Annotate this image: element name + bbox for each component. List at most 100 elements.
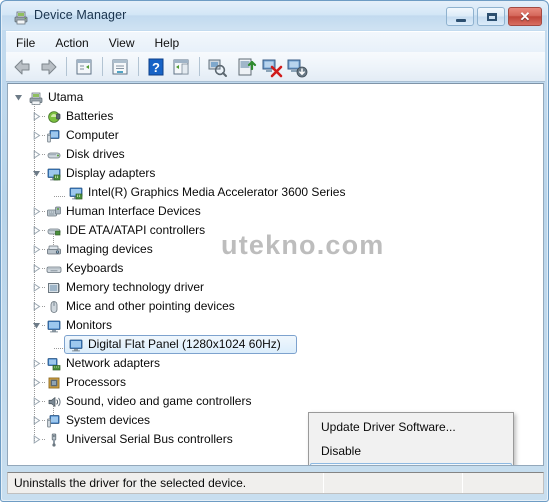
expand-arrow-icon[interactable] <box>32 435 41 444</box>
toolbar-separator <box>199 57 200 76</box>
uninstall-device-button[interactable] <box>285 55 309 79</box>
back-button[interactable] <box>11 55 35 79</box>
tree-item-label: Disk drives <box>66 147 125 161</box>
tree-item[interactable]: Display adapters <box>8 164 543 183</box>
menu-action[interactable]: Action <box>45 34 98 52</box>
tree-item[interactable]: Computer <box>8 126 543 145</box>
menu-bar: File Action View Help <box>6 31 545 53</box>
tree-item[interactable]: Imaging devices <box>8 240 543 259</box>
tree-item[interactable]: Processors <box>8 373 543 392</box>
tree-item-label: Monitors <box>66 318 113 332</box>
scan-for-hardware-changes-button[interactable] <box>205 55 229 79</box>
maximize-icon <box>487 13 497 21</box>
imaging-device-icon <box>46 242 62 258</box>
title-bar[interactable]: Device Manager ✕ <box>2 2 547 30</box>
help-button[interactable]: ? <box>144 55 168 79</box>
expand-arrow-icon[interactable] <box>32 378 41 387</box>
memory-technology-icon <box>46 280 62 296</box>
tree-item[interactable]: IDE ATA/ATAPI controllers <box>8 221 543 240</box>
menu-view[interactable]: View <box>99 34 145 52</box>
expand-arrow-icon[interactable] <box>32 245 41 254</box>
tree-item-label: Network adapters <box>66 356 161 370</box>
expand-arrow-icon[interactable] <box>32 416 41 425</box>
keyboard-icon <box>46 261 62 277</box>
tree-item[interactable]: Mice and other pointing devices <box>8 297 543 316</box>
toolbar: ? <box>6 52 545 82</box>
tree-item-label: Universal Serial Bus controllers <box>66 432 233 446</box>
computer-printer-icon <box>13 9 29 25</box>
collapse-arrow-icon[interactable] <box>14 93 23 102</box>
ide-controller-icon <box>46 223 62 239</box>
collapse-arrow-icon[interactable] <box>32 169 41 178</box>
toolbar-separator <box>138 57 139 76</box>
show-hide-action-pane-button[interactable] <box>169 55 193 79</box>
tree-item[interactable]: Disk drives <box>8 145 543 164</box>
device-tree-panel[interactable]: Utama Batteries Computer Disk drives Display… <box>7 83 544 466</box>
minimize-icon <box>456 19 466 22</box>
window-title: Device Manager <box>34 8 127 22</box>
tree-connector <box>54 348 66 349</box>
tree-item[interactable]: Batteries <box>8 107 543 126</box>
menu-help[interactable]: Help <box>145 34 190 52</box>
tree-item-label: Human Interface Devices <box>66 204 201 218</box>
sound-controller-icon <box>46 394 62 410</box>
usb-controller-icon <box>46 432 62 448</box>
expand-arrow-icon[interactable] <box>32 359 41 368</box>
collapse-arrow-icon[interactable] <box>32 321 41 330</box>
show-hide-console-tree-button[interactable] <box>72 55 96 79</box>
tree-connector <box>54 196 66 197</box>
expand-arrow-icon[interactable] <box>32 302 41 311</box>
tree-item[interactable]: Digital Flat Panel (1280x1024 60Hz) <box>8 335 543 354</box>
tree-item-label: Batteries <box>66 109 114 123</box>
menu-file[interactable]: File <box>6 34 45 52</box>
monitor-icon <box>68 337 84 353</box>
tree-item[interactable]: Intel(R) Graphics Media Accelerator 3600… <box>8 183 543 202</box>
tree-item[interactable]: Sound, video and game controllers <box>8 392 543 411</box>
computer-icon <box>46 128 62 144</box>
device-tree[interactable]: Utama Batteries Computer Disk drives Display… <box>8 88 543 449</box>
tree-item[interactable]: Keyboards <box>8 259 543 278</box>
system-device-icon <box>46 413 62 429</box>
status-message: Uninstalls the driver for the selected d… <box>14 476 247 490</box>
tree-item[interactable]: Utama <box>8 88 543 107</box>
expand-arrow-icon[interactable] <box>32 112 41 121</box>
tree-item[interactable]: Monitors <box>8 316 543 335</box>
ctx-uninstall[interactable]: Uninstall <box>310 463 512 465</box>
tree-item-label: Processors <box>66 375 127 389</box>
tree-item-label: Mice and other pointing devices <box>66 299 235 313</box>
expand-arrow-icon[interactable] <box>32 264 41 273</box>
status-bar: Uninstalls the driver for the selected d… <box>7 472 544 494</box>
ctx-update-driver-software[interactable]: Update Driver Software... <box>310 415 512 439</box>
context-menu[interactable]: Update Driver Software... Disable Uninst… <box>308 412 514 465</box>
toolbar-separator <box>102 57 103 76</box>
disable-device-button[interactable] <box>260 55 284 79</box>
tree-item-label: Intel(R) Graphics Media Accelerator 3600… <box>88 185 346 199</box>
close-button[interactable]: ✕ <box>508 7 542 26</box>
expand-arrow-icon[interactable] <box>32 397 41 406</box>
tree-item-label: Digital Flat Panel (1280x1024 60Hz) <box>88 337 281 351</box>
hid-icon <box>46 204 62 220</box>
update-driver-software-button[interactable] <box>235 55 259 79</box>
status-divider <box>323 473 324 493</box>
expand-arrow-icon[interactable] <box>32 131 41 140</box>
display-adapter-icon <box>46 166 62 182</box>
tree-item[interactable]: Human Interface Devices <box>8 202 543 221</box>
tree-item[interactable]: Network adapters <box>8 354 543 373</box>
processor-icon <box>46 375 62 391</box>
device-manager-window: Device Manager ✕ File Action View Help ?… <box>0 0 549 502</box>
maximize-button[interactable] <box>477 7 505 26</box>
expand-arrow-icon[interactable] <box>32 226 41 235</box>
forward-button[interactable] <box>36 55 60 79</box>
tree-item-label: System devices <box>66 413 151 427</box>
monitor-icon <box>46 318 62 334</box>
properties-button[interactable] <box>108 55 132 79</box>
expand-arrow-icon[interactable] <box>32 207 41 216</box>
ctx-disable[interactable]: Disable <box>310 439 512 463</box>
status-divider <box>462 473 463 493</box>
tree-item-label: Sound, video and game controllers <box>66 394 252 408</box>
expand-arrow-icon[interactable] <box>32 150 41 159</box>
minimize-button[interactable] <box>446 7 474 26</box>
tree-item-label: IDE ATA/ATAPI controllers <box>66 223 206 237</box>
tree-item[interactable]: Memory technology driver <box>8 278 543 297</box>
expand-arrow-icon[interactable] <box>32 283 41 292</box>
